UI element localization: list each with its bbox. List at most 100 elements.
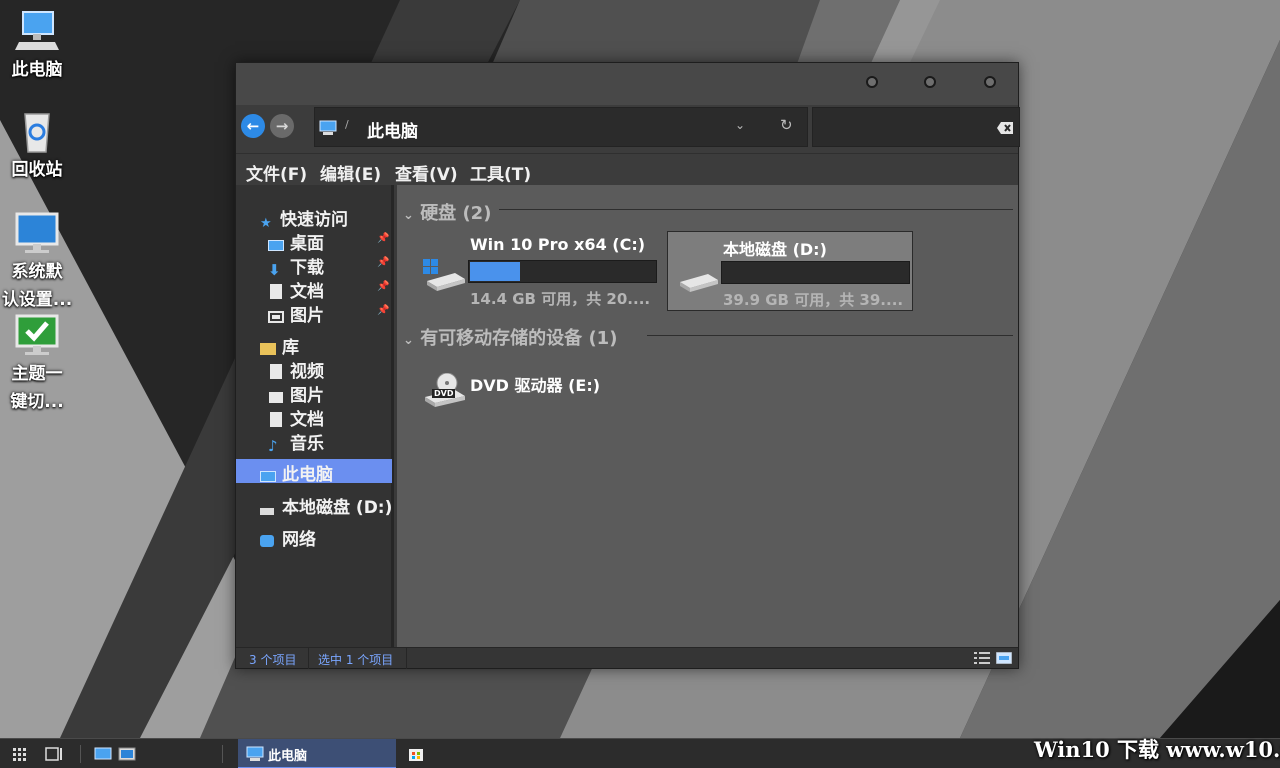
nav-label: 快速访问 [280, 210, 348, 230]
status-item-count: 3 个项目 [249, 653, 297, 667]
desktop-icon-recycle-bin[interactable]: 回收站 [0, 108, 74, 184]
menu-file[interactable]: 文件(F) [246, 160, 307, 185]
status-divider [308, 648, 309, 669]
document-icon [270, 284, 282, 299]
nav-quick-access[interactable]: ★ 快速访问 [260, 205, 348, 231]
close-button[interactable] [984, 76, 996, 88]
breadcrumb-separator: / [345, 118, 349, 131]
computer-icon [319, 120, 337, 135]
drive-d[interactable]: 本地磁盘 (D:) 39.9 GB 可用，共 39.... [667, 231, 913, 311]
breadcrumb-this-pc[interactable]: 此电脑 [367, 117, 418, 142]
drive-c[interactable]: Win 10 Pro x64 (C:) 14.4 GB 可用，共 20.... [415, 231, 661, 311]
nav-label: 音乐 [290, 434, 324, 454]
chevron-down-icon[interactable]: ⌄ [735, 118, 745, 132]
taskbar-item-label: 此电脑 [268, 749, 308, 764]
navigation-bar: ← → / 此电脑 ⌄ ↻ [236, 105, 1020, 153]
picture-icon [268, 311, 284, 323]
maximize-button[interactable] [924, 76, 936, 88]
clear-icon[interactable] [997, 122, 1013, 134]
nav-library-documents[interactable]: 文档 [268, 405, 324, 430]
pin-icon[interactable]: 📌 [377, 281, 389, 292]
minimize-button[interactable] [866, 76, 878, 88]
forward-button[interactable]: → [270, 114, 294, 138]
document-icon [270, 412, 282, 427]
nav-library-videos[interactable]: 视频 [268, 357, 324, 382]
nav-label: 桌面 [290, 234, 324, 254]
nav-desktop[interactable]: 桌面 [268, 229, 324, 254]
group-header-removable[interactable]: ⌄ 有可移动存储的设备 (1) [403, 324, 617, 350]
drive-name: 本地磁盘 (D:) [723, 240, 827, 259]
group-header-hard-disks[interactable]: ⌄ 硬盘 (2) [403, 199, 491, 225]
drive-icon [260, 508, 274, 515]
navigation-pane: ★快速访问 桌面 📌 ⬇ 下载 📌 文档 📌 图片 📌 库 视频 图片 文档 [236, 185, 394, 647]
back-button[interactable]: ← [241, 114, 265, 138]
details-view-icon[interactable] [974, 652, 990, 664]
nav-label: 图片 [290, 306, 324, 326]
desktop-icon-label: 主题一 [11, 364, 63, 384]
drive-dvd-e[interactable]: DVD DVD 驱动器 (E:) [415, 359, 661, 419]
taskbar-divider [80, 745, 81, 763]
drive-usage-fill [470, 262, 520, 281]
checkmark-monitor-icon [15, 314, 59, 355]
chevron-down-icon: ⌄ [403, 208, 414, 223]
system-drive-icon [423, 259, 465, 291]
nav-label: 文档 [290, 282, 324, 302]
nav-label: 视频 [290, 362, 324, 382]
nav-label: 网络 [282, 530, 316, 550]
group-divider [647, 335, 1013, 336]
menu-tools[interactable]: 工具(T) [470, 160, 531, 185]
store-icon[interactable] [407, 739, 425, 768]
desktop-icon-theme-switch[interactable]: 主题一 键切... [0, 312, 74, 416]
group-divider [499, 209, 1013, 210]
desktop-icon-default-settings[interactable]: 系统默 认设置... [0, 210, 74, 314]
pin-icon[interactable]: 📌 [377, 305, 389, 316]
monitor-icon [15, 212, 59, 253]
desktop-icon-label-line2: 键切... [10, 392, 64, 412]
folder-icon [260, 343, 276, 355]
pin-icon[interactable]: 📌 [377, 233, 389, 244]
desktop-icon-this-pc[interactable]: 此电脑 [0, 8, 74, 84]
start-grid-icon[interactable] [10, 739, 30, 768]
nav-pictures[interactable]: 图片 [268, 301, 324, 326]
explorer-quicklaunch-icon[interactable] [118, 739, 136, 768]
picture-icon [269, 392, 283, 403]
nav-label: 库 [282, 338, 299, 358]
menu-view[interactable]: 查看(V) [395, 160, 458, 185]
nav-library-music[interactable]: ♪ 音乐 [268, 429, 324, 455]
nav-library-pictures[interactable]: 图片 [268, 381, 324, 406]
nav-local-disk-d[interactable]: 本地磁盘 (D:) [260, 493, 393, 518]
computer-icon [15, 11, 59, 50]
drive-usage-bar [721, 261, 910, 284]
file-explorer-window: ← → / 此电脑 ⌄ ↻ 文件(F) 编辑(E) 查看(V) 工具(T) ★ … [235, 62, 1020, 669]
show-desktop-icon[interactable] [94, 739, 112, 768]
desktop-icon-label-line2: 认设置... [1, 290, 73, 310]
nav-downloads[interactable]: ⬇ 下载 [268, 253, 324, 279]
desktop-icon-label: 系统默 [11, 262, 63, 282]
nav-this-pc[interactable]: 此电脑 [236, 459, 392, 485]
tiles-view-icon[interactable] [996, 652, 1012, 664]
desktop-icon-label: 此电脑 [11, 60, 63, 80]
recycle-bin-icon [24, 113, 50, 153]
menu-bar: 文件(F) 编辑(E) 查看(V) 工具(T) [236, 153, 1018, 185]
nav-label: 本地磁盘 (D:) [282, 498, 393, 518]
computer-icon [246, 746, 264, 761]
task-view-icon[interactable] [44, 739, 64, 768]
refresh-icon[interactable]: ↻ [780, 116, 793, 134]
title-bar[interactable] [236, 63, 1018, 105]
taskbar-item-this-pc[interactable]: 此电脑 [238, 739, 396, 768]
nav-libraries[interactable]: 库 [260, 333, 299, 358]
search-box[interactable] [812, 107, 1020, 147]
watermark-text: Win10 下载 www.w10.xyz [1034, 737, 1280, 762]
address-bar[interactable]: / 此电脑 ⌄ ↻ [314, 107, 808, 147]
taskbar-divider [222, 745, 223, 763]
group-label: 硬盘 (2) [420, 203, 492, 224]
desktop-icon [268, 240, 284, 251]
nav-network[interactable]: 网络 [260, 525, 316, 550]
drive-usage-bar [468, 260, 657, 283]
nav-documents[interactable]: 文档 [268, 277, 324, 302]
status-selected-count: 选中 1 个项目 [318, 653, 394, 667]
nav-label: 文档 [290, 410, 324, 430]
menu-edit[interactable]: 编辑(E) [320, 160, 381, 185]
network-icon [260, 535, 274, 547]
pin-icon[interactable]: 📌 [377, 257, 389, 268]
